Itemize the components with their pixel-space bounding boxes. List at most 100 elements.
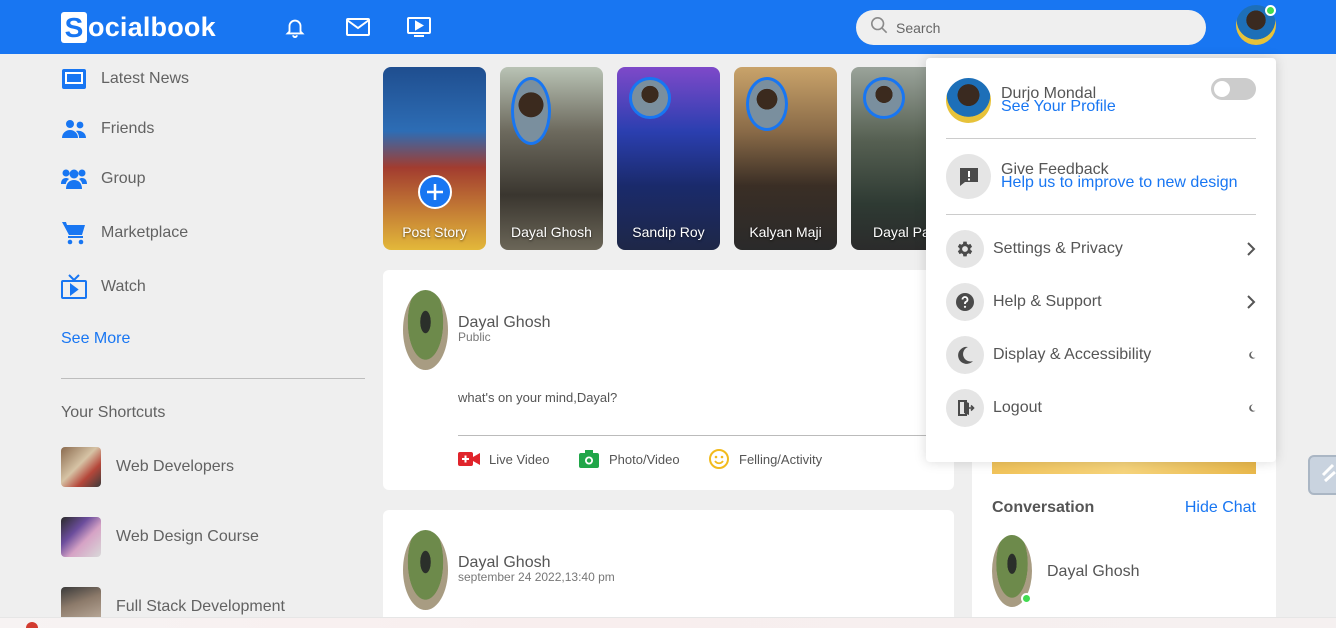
logo-text: ocialbook — [88, 11, 216, 42]
tv-icon — [61, 274, 87, 300]
sidebar-item-friends[interactable]: Friends — [61, 116, 154, 142]
story-sandip-roy[interactable]: Sandip Roy — [617, 67, 720, 250]
conversation-title: Conversation — [992, 499, 1095, 516]
live-video-button[interactable]: Live Video — [458, 450, 549, 468]
story-dayal-pa[interactable]: Dayal Pa — [851, 67, 926, 250]
menu-item-settings-privacy[interactable]: Settings & Privacy — [946, 230, 1256, 268]
story-avatar — [863, 77, 905, 119]
floating-action-button[interactable] — [1308, 455, 1336, 495]
post-author-avatar[interactable] — [403, 530, 448, 610]
bottom-taskbar — [0, 617, 1336, 628]
see-profile-link[interactable]: See Your Profile — [1001, 98, 1116, 116]
shortcut-label: Full Stack Development — [116, 598, 285, 615]
logo[interactable]: S ocialbook — [61, 10, 216, 44]
plus-icon[interactable] — [418, 175, 452, 209]
top-navbar: S ocialbook — [0, 0, 1336, 54]
sidebar-item-marketplace[interactable]: Marketplace — [61, 220, 188, 246]
shortcut-web-developers[interactable]: Web Developers — [61, 447, 234, 487]
create-post-card: Dayal Ghosh Public what's on your mind,D… — [383, 270, 954, 490]
video-icon[interactable] — [405, 13, 433, 41]
story-name: Sandip Roy — [632, 224, 705, 240]
story-name: Dayal Pa — [873, 224, 926, 240]
dropdown-divider — [946, 214, 1256, 215]
toggle-knob — [1214, 81, 1230, 97]
smile-icon — [708, 449, 730, 469]
post-divider — [458, 435, 928, 436]
menu-item-label: Logout — [993, 399, 1042, 416]
story-name: Kalyan Maji — [749, 224, 822, 240]
moon-icon — [946, 336, 984, 374]
sidebar-item-watch[interactable]: Watch — [61, 274, 146, 300]
feedback-icon — [946, 154, 991, 199]
mail-icon[interactable] — [344, 13, 372, 41]
photo-video-button[interactable]: Photo/Video — [578, 450, 680, 468]
shortcut-web-design-course[interactable]: Web Design Course — [61, 517, 259, 557]
story-name: Post Story — [402, 224, 467, 240]
hide-chat-link[interactable]: Hide Chat — [1185, 499, 1256, 517]
chevron-right-icon — [1242, 241, 1256, 257]
settings-dropdown: Durjo Mondal See Your Profile Give Feedb… — [926, 58, 1276, 462]
small-moon-icon — [1242, 351, 1256, 359]
lightning-icon — [1319, 463, 1336, 488]
user-avatar[interactable] — [1236, 5, 1276, 45]
post-privacy: Public — [458, 330, 491, 344]
right-sidebar: Conversation Hide Chat Dayal Ghosh — [972, 440, 1276, 628]
left-sidebar: Latest News Friends Group Marketplace Wa… — [0, 54, 380, 628]
gear-icon — [946, 230, 984, 268]
feedback-link[interactable]: Help us to improve to new design — [1001, 174, 1238, 192]
action-label: Photo/Video — [609, 451, 680, 467]
menu-item-label: Display & Accessibility — [993, 346, 1152, 363]
chat-user-name[interactable]: Dayal Ghosh — [1047, 563, 1140, 581]
group-icon — [61, 166, 87, 192]
online-indicator — [1021, 593, 1032, 604]
search-input[interactable] — [896, 19, 1176, 36]
post-prompt-input[interactable]: what's on your mind,Dayal? — [458, 390, 617, 405]
menu-item-help-support[interactable]: Help & Support — [946, 283, 1256, 321]
shortcuts-title: Your Shortcuts — [61, 404, 166, 421]
feeling-activity-button[interactable]: Felling/Activity — [708, 449, 823, 469]
post-timestamp: september 24 2022,13:40 pm — [458, 570, 615, 584]
small-moon-icon — [1242, 404, 1256, 412]
menu-item-display-accessibility[interactable]: Display & Accessibility — [946, 336, 1256, 374]
shortcut-thumbnail — [61, 447, 101, 487]
sidebar-divider — [61, 378, 365, 379]
live-video-icon — [458, 450, 480, 468]
friends-icon — [61, 116, 87, 142]
story-post-story[interactable]: Post Story — [383, 67, 486, 250]
dark-mode-toggle[interactable] — [1211, 78, 1256, 100]
profile-avatar[interactable] — [946, 78, 991, 123]
event-banner-image — [992, 462, 1256, 474]
shortcut-thumbnail — [61, 517, 101, 557]
search-bar[interactable] — [856, 10, 1206, 45]
post-card: Dayal Ghosh september 24 2022,13:40 pm — [383, 510, 954, 628]
sidebar-item-latest-news[interactable]: Latest News — [61, 66, 189, 92]
notification-dot — [26, 622, 38, 628]
sidebar-item-label: Group — [101, 170, 146, 187]
story-dayal-ghosh[interactable]: Dayal Ghosh — [500, 67, 603, 250]
story-kalyan-maji[interactable]: Kalyan Maji — [734, 67, 837, 250]
camera-icon — [578, 450, 600, 468]
story-name: Dayal Ghosh — [511, 224, 592, 240]
story-avatar — [746, 77, 788, 131]
sidebar-item-label: Latest News — [101, 70, 190, 87]
search-icon — [870, 16, 888, 39]
shortcut-label: Web Design Course — [116, 528, 259, 545]
bell-icon[interactable] — [281, 13, 309, 41]
story-avatar — [629, 77, 671, 119]
sidebar-item-label: Friends — [101, 120, 155, 137]
sidebar-item-label: Marketplace — [101, 224, 189, 241]
menu-item-logout[interactable]: Logout — [946, 389, 1256, 427]
online-indicator — [1265, 5, 1276, 16]
sidebar-item-group[interactable]: Group — [61, 166, 145, 192]
news-icon — [61, 66, 87, 92]
sidebar-item-label: Watch — [101, 278, 146, 295]
action-label: Live Video — [489, 451, 550, 467]
action-label: Felling/Activity — [739, 451, 823, 467]
post-author-avatar[interactable] — [403, 290, 448, 370]
cart-icon — [61, 220, 87, 246]
chevron-right-icon — [1242, 294, 1256, 310]
menu-item-label: Settings & Privacy — [993, 240, 1123, 257]
shortcut-label: Web Developers — [116, 458, 234, 475]
see-more-link[interactable]: See More — [61, 330, 130, 348]
help-icon — [946, 283, 984, 321]
